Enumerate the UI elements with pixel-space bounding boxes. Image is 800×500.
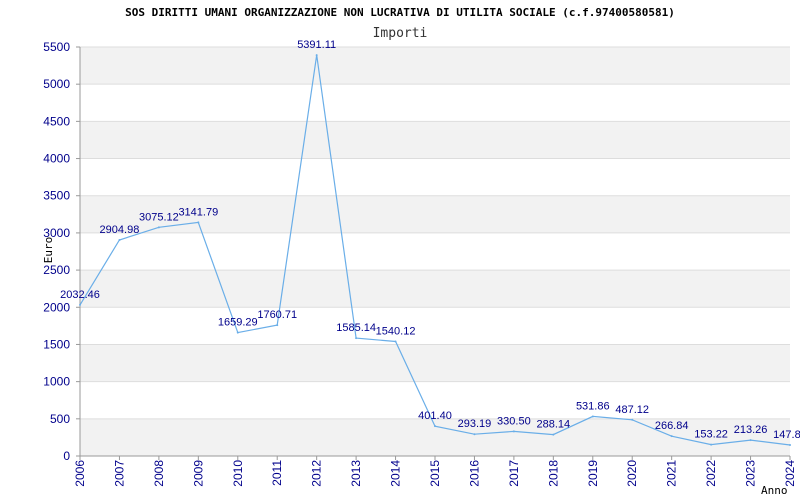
- x-tick-label: 2019: [586, 460, 600, 487]
- x-tick-label: 2023: [744, 460, 758, 487]
- y-tick-label: 4000: [43, 152, 70, 166]
- x-tick-label: 2009: [191, 460, 205, 487]
- data-label: 266.84: [655, 420, 689, 432]
- y-tick-label: 2500: [43, 263, 70, 277]
- data-point: [789, 444, 791, 447]
- chart-title: SOS DIRITTI UMANI ORGANIZZAZIONE NON LUC…: [125, 6, 675, 19]
- data-label: 1760.71: [257, 309, 297, 321]
- x-tick-label: 2007: [112, 460, 126, 487]
- data-label: 487.12: [615, 404, 649, 416]
- y-tick-label: 4500: [43, 114, 70, 128]
- x-axis-label: Anno: [761, 484, 788, 497]
- x-tick-label: 2016: [467, 460, 481, 487]
- data-point: [631, 418, 634, 421]
- grid-band: [80, 121, 790, 159]
- data-point: [276, 324, 279, 327]
- data-label: 2904.98: [100, 224, 140, 236]
- data-point: [473, 433, 476, 436]
- data-label: 3141.79: [178, 206, 218, 218]
- grid-bands: [80, 47, 790, 456]
- y-tick-label: 500: [50, 412, 70, 426]
- x-tick-label: 2013: [349, 460, 363, 487]
- data-label: 2032.46: [60, 289, 100, 301]
- x-tick-label: 2008: [152, 460, 166, 487]
- y-tick-label: 5000: [43, 77, 70, 91]
- data-point: [355, 337, 358, 340]
- data-point: [710, 443, 713, 446]
- data-point: [118, 238, 121, 241]
- x-tick-labels: 2006 2007 2008 2009 2010 2011 2012 2013 2014 2015…: [73, 460, 797, 487]
- data-label: 293.19: [458, 418, 492, 430]
- x-tick-label: 2021: [665, 460, 679, 487]
- data-label: 5391.11: [297, 39, 336, 51]
- data-point: [315, 54, 318, 57]
- grid-band: [80, 47, 790, 85]
- data-label: 401.40: [418, 410, 452, 422]
- data-label: 1585.14: [336, 322, 376, 334]
- data-label: 531.86: [576, 400, 610, 412]
- x-tick-label: 2018: [546, 460, 560, 487]
- axes: [76, 46, 791, 460]
- data-label: 330.50: [497, 415, 531, 427]
- data-point: [670, 435, 673, 438]
- x-tick-label: 2011: [270, 460, 284, 486]
- data-point: [552, 433, 555, 436]
- data-label: 3075.12: [139, 211, 179, 223]
- data-point: [394, 340, 397, 343]
- data-point: [197, 221, 200, 224]
- y-tick-label: 0: [63, 449, 70, 463]
- x-tick-label: 2006: [73, 460, 87, 487]
- y-tick-label: 5500: [43, 40, 70, 54]
- data-point: [157, 226, 160, 229]
- data-label: 288.14: [537, 419, 571, 431]
- x-tick-label: 2014: [389, 460, 403, 487]
- data-point: [512, 430, 515, 433]
- x-tick-label: 2024: [783, 460, 797, 487]
- x-tick-label: 2017: [507, 460, 521, 487]
- data-label: 1659.29: [218, 317, 258, 329]
- x-tick-label: 2012: [310, 460, 324, 487]
- y-tick-label: 1500: [43, 337, 70, 351]
- data-label: 147.84: [773, 429, 800, 441]
- y-tick-label: 2000: [43, 300, 70, 314]
- y-tick-label: 1000: [43, 375, 70, 389]
- data-label: 213.26: [734, 424, 768, 436]
- x-tick-label: 2015: [428, 460, 442, 487]
- line-chart: SOS DIRITTI UMANI ORGANIZZAZIONE NON LUC…: [42, 6, 800, 497]
- data-point: [591, 415, 594, 418]
- data-label: 153.22: [694, 429, 728, 441]
- data-point: [236, 331, 239, 334]
- x-tick-label: 2020: [625, 460, 639, 487]
- grid-band: [80, 344, 790, 382]
- data-point: [79, 303, 81, 306]
- grid-band: [80, 270, 790, 308]
- data-point: [749, 439, 752, 442]
- y-tick-label: 3500: [43, 189, 70, 203]
- chart-subtitle: Importi: [373, 26, 428, 41]
- data-point: [434, 425, 436, 428]
- x-tick-label: 2022: [704, 460, 718, 487]
- series-line: [79, 55, 791, 446]
- grid-lines: [80, 46, 790, 457]
- x-tick-label: 2010: [231, 460, 245, 487]
- data-label: 1540.12: [376, 325, 416, 337]
- series-line-group: [79, 54, 791, 447]
- y-axis-label: Euro: [42, 237, 55, 264]
